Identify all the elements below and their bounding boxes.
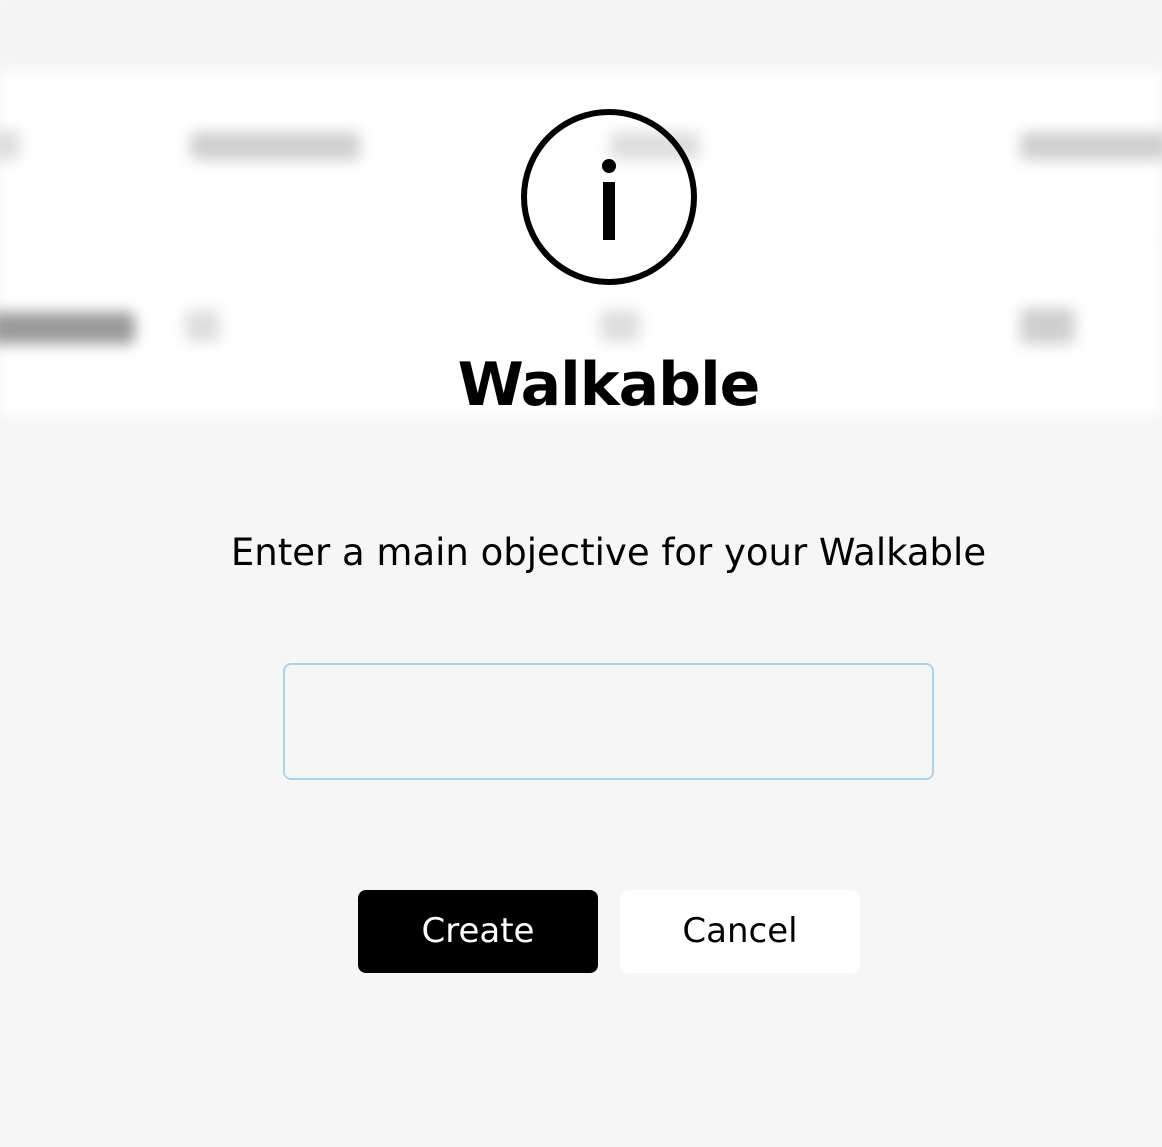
create-button[interactable]: Create [358,890,598,973]
objective-input[interactable] [283,663,934,780]
page: Walkable Enter a main objective for your… [0,0,1162,1147]
dialog-title: Walkable [457,350,761,420]
dialog-prompt: Enter a main objective for your Walkable [230,531,987,574]
cancel-button[interactable]: Cancel [620,890,860,973]
create-walkable-dialog: Walkable Enter a main objective for your… [0,0,1162,1147]
info-icon [521,109,697,285]
